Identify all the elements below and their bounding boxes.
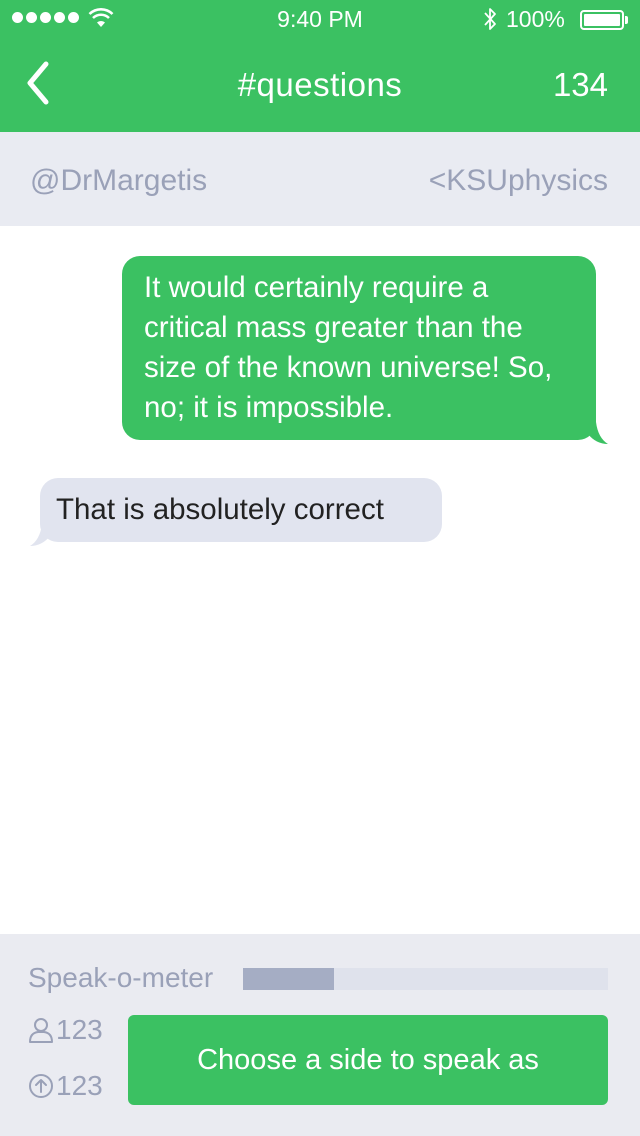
bubble-tail-right xyxy=(588,422,608,444)
bluetooth-icon xyxy=(484,8,496,30)
footer-panel: Speak-o-meter 123 123 Choose a side to s… xyxy=(0,934,640,1136)
participants-bar: @DrMargetis <KSUphysics xyxy=(0,132,640,226)
message-bubble-left: That is absolutely correct xyxy=(40,478,442,542)
bubble-tail-left xyxy=(30,524,50,546)
header: 9:40 PM 100% #questions 134 xyxy=(0,0,640,132)
participant-left[interactable]: @DrMargetis xyxy=(30,164,207,198)
chat-area[interactable]: It would certainly require a critical ma… xyxy=(0,226,640,934)
speak-o-meter-bar xyxy=(243,968,608,990)
message-bubble-right: It would certainly require a critical ma… xyxy=(122,256,596,440)
participant-right[interactable]: <KSUphysics xyxy=(429,164,608,198)
status-bar: 9:40 PM 100% xyxy=(0,0,640,40)
choose-side-button[interactable]: Choose a side to speak as xyxy=(128,1015,608,1105)
upvotes-stat: 123 xyxy=(28,1070,103,1102)
speak-o-meter-label: Speak-o-meter xyxy=(28,962,214,993)
person-icon xyxy=(29,1018,53,1043)
page-title: #questions xyxy=(237,66,403,103)
battery-icon xyxy=(580,10,628,30)
upvote-arrow-icon[interactable] xyxy=(28,1073,54,1099)
speak-o-meter-fill xyxy=(243,968,335,990)
battery-percent: 100% xyxy=(506,6,565,32)
message-count: 134 xyxy=(552,66,608,103)
listeners-count: 123 xyxy=(56,1014,103,1045)
listeners-stat: 123 xyxy=(28,1014,103,1046)
upvotes-count: 123 xyxy=(56,1070,103,1101)
